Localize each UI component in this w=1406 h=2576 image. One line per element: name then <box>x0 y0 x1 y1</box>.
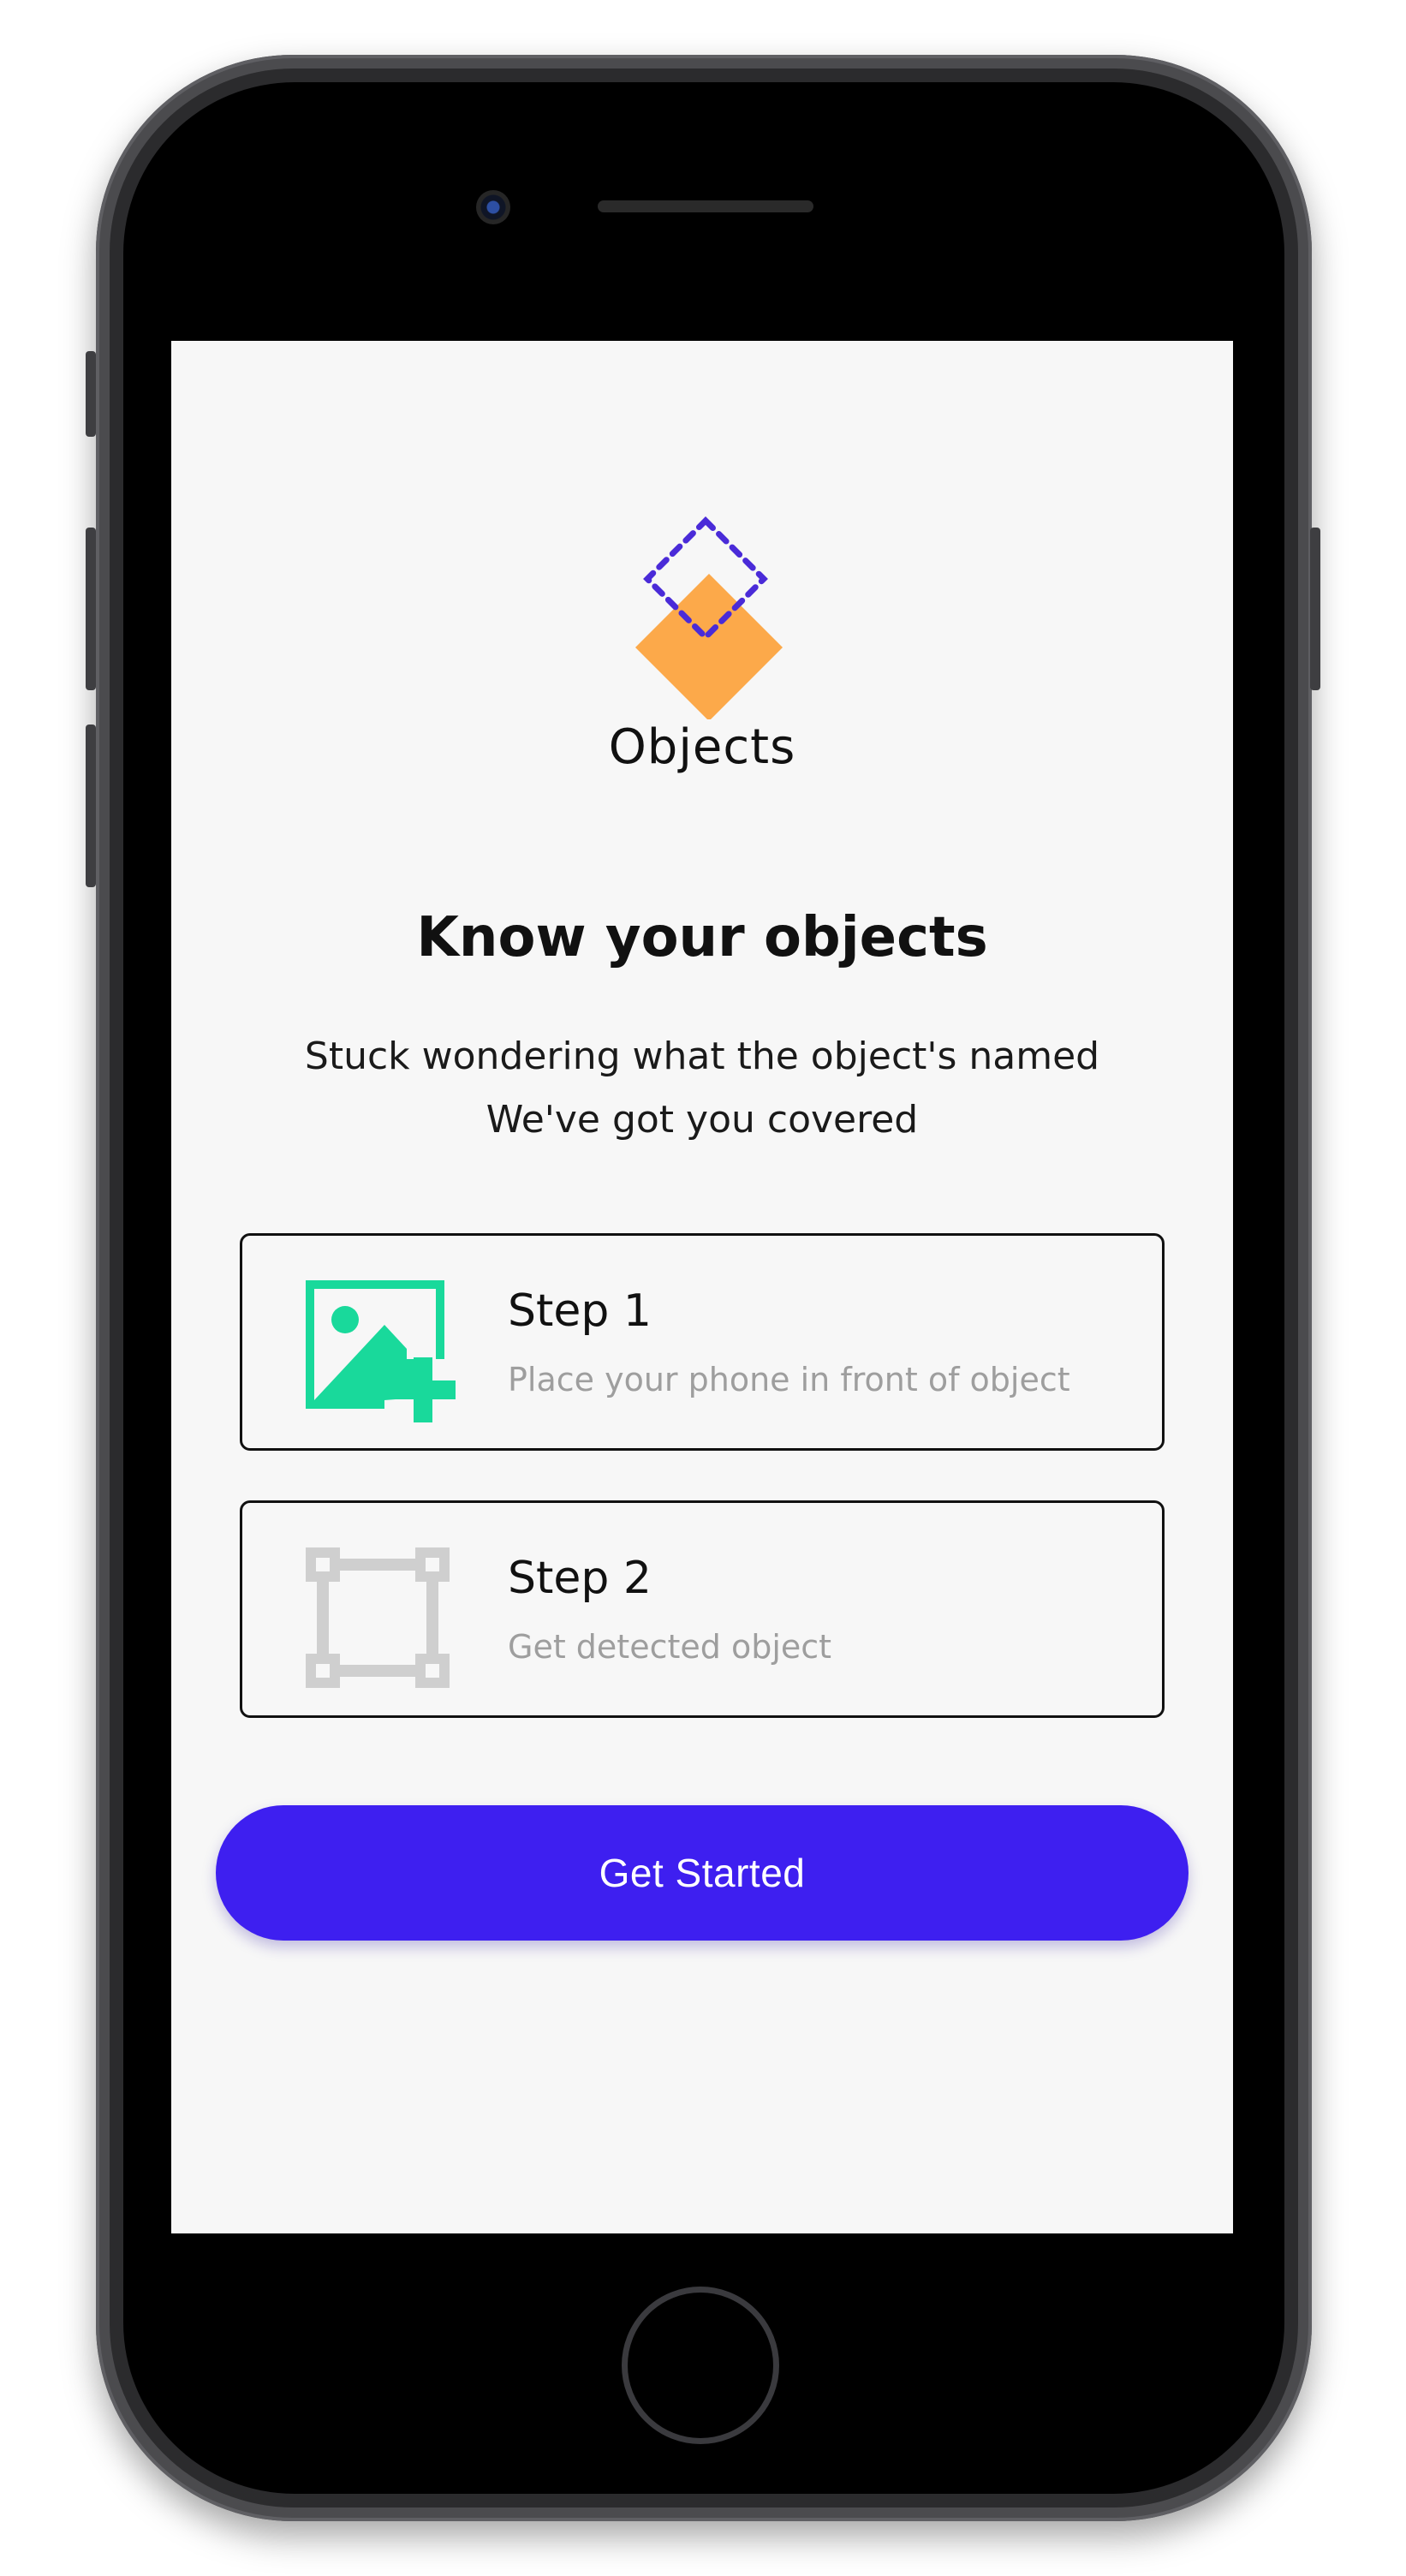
home-button[interactable] <box>622 2287 779 2444</box>
step-2-description: Get detected object <box>508 1628 832 1666</box>
step-1-description: Place your phone in front of object <box>508 1361 1070 1398</box>
step-1-title: Step 1 <box>508 1285 652 1337</box>
get-started-button[interactable]: Get Started <box>216 1805 1189 1941</box>
volume-up-button <box>86 528 96 690</box>
page-title: Know your objects <box>416 906 988 969</box>
front-camera <box>476 190 510 224</box>
stage: Objects Know your objects Stuck wonderin… <box>0 0 1406 2576</box>
subtitle-line-1: Stuck wondering what the object's named <box>304 1035 1100 1078</box>
step-2-title: Step 2 <box>508 1553 652 1604</box>
app-screen: Objects Know your objects Stuck wonderin… <box>171 341 1233 2233</box>
speaker-grille <box>598 200 813 212</box>
subtitle-line-2: We've got you covered <box>486 1098 919 1142</box>
step-card-2: Step 2 Get detected object <box>240 1500 1165 1718</box>
app-name: Objects <box>608 719 796 775</box>
logo-orange-diamond <box>635 574 783 719</box>
power-button <box>1310 528 1320 690</box>
add-photo-icon <box>306 1280 456 1422</box>
volume-down-button <box>86 724 96 887</box>
bounding-box-icon <box>306 1547 450 1688</box>
step-card-1: Step 1 Place your phone in front of obje… <box>240 1233 1165 1451</box>
mute-switch <box>86 351 96 437</box>
objects-logo-icon <box>635 516 783 719</box>
